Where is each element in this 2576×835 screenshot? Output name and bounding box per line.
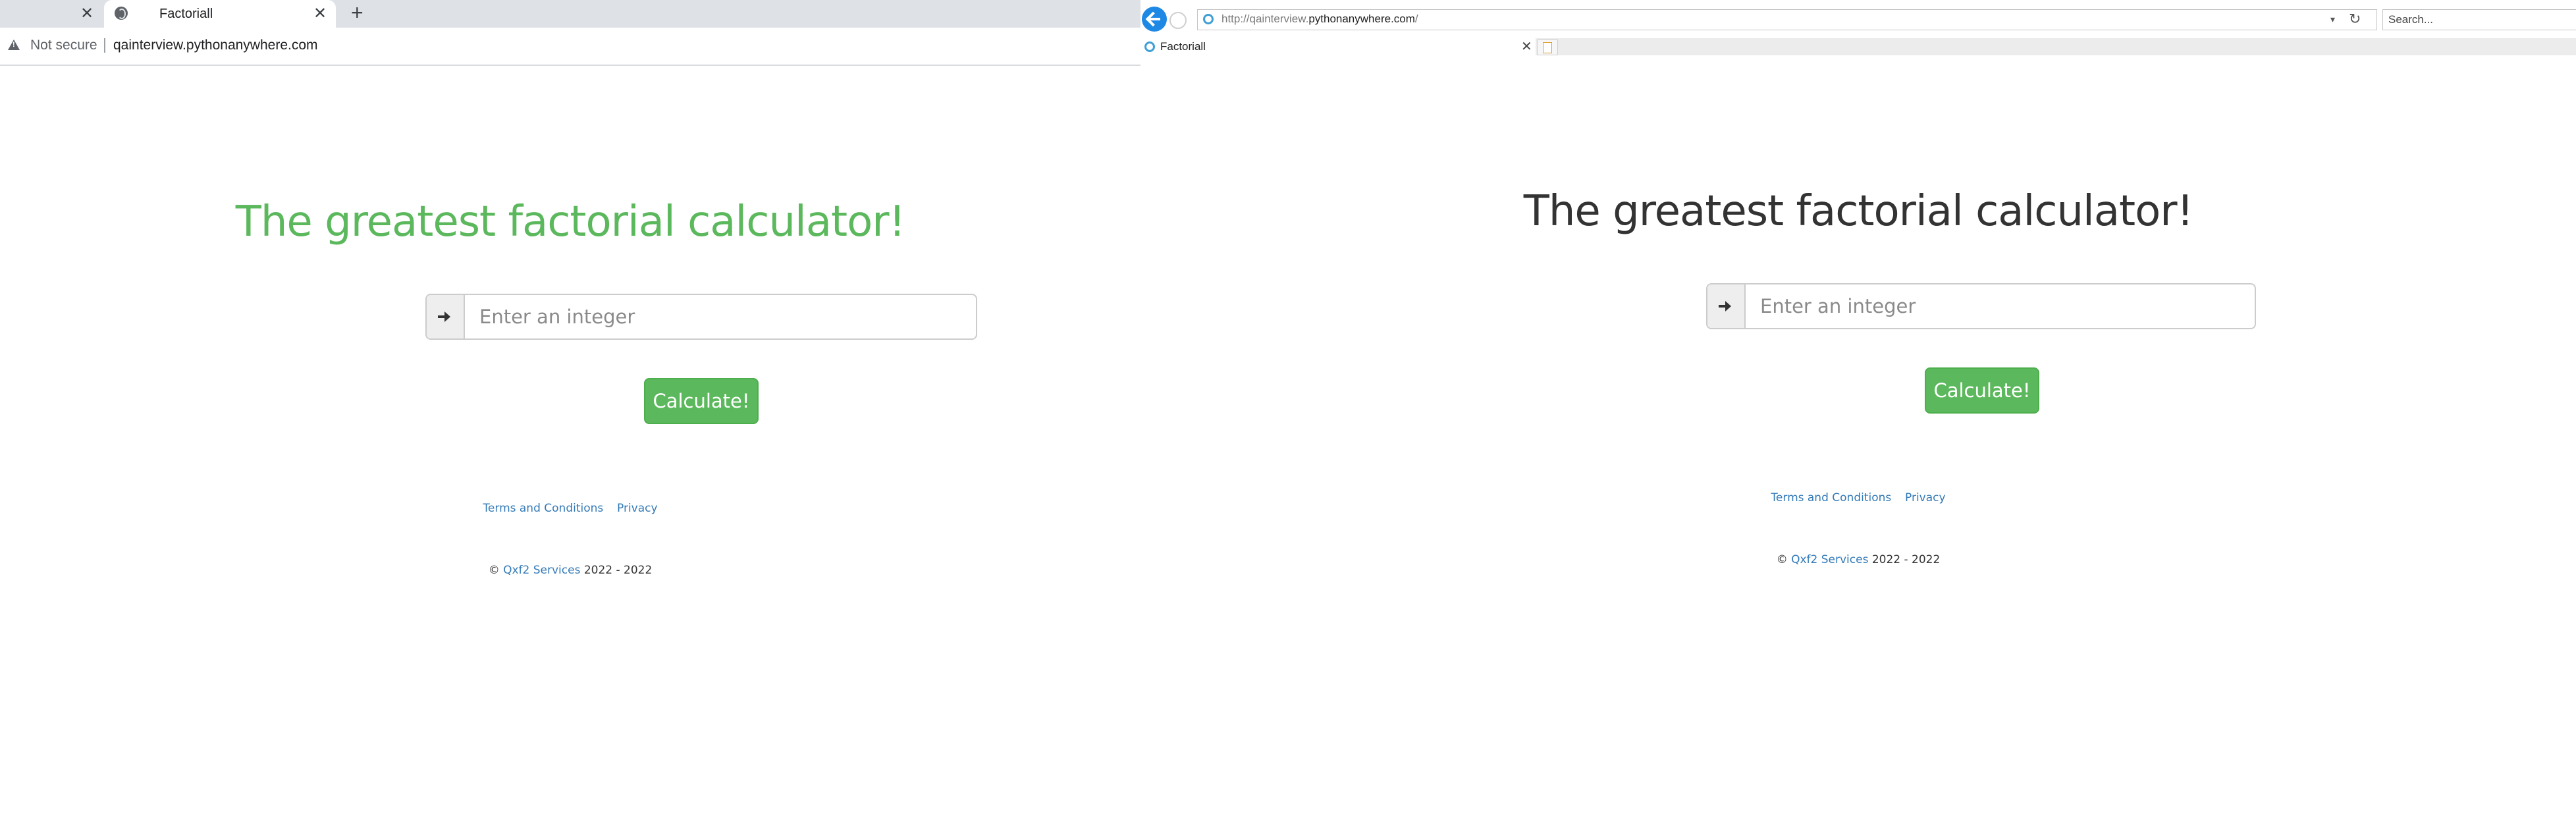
- url-prefix: http://qainterview.: [1221, 13, 1309, 25]
- input-addon: [1707, 284, 1746, 328]
- search-placeholder: Search...: [2388, 13, 2434, 26]
- tab-factoriall[interactable]: Factoriall ✕: [1140, 38, 1536, 55]
- page-content: The greatest factorial calculator! Calcu…: [1140, 187, 2576, 566]
- plus-icon[interactable]: +: [351, 1, 363, 25]
- tab-strip: ✕ Factoriall ✕ +: [0, 0, 1140, 28]
- terms-link[interactable]: Terms and Conditions: [483, 502, 603, 515]
- calculate-button[interactable]: Calculate!: [644, 378, 759, 424]
- privacy-link[interactable]: Privacy: [617, 502, 658, 515]
- url-suffix: /: [1414, 13, 1418, 25]
- url-field[interactable]: http://qainterview.pythonanywhere.com/ ▾…: [1197, 9, 2377, 30]
- page-content: The greatest factorial calculator! Calcu…: [0, 198, 1140, 577]
- url-text[interactable]: http://qainterview.pythonanywhere.com/: [1221, 13, 1418, 26]
- footer-links: Terms and Conditions Privacy: [1140, 491, 2576, 504]
- right-browser-window: http://qainterview.pythonanywhere.com/ ▾…: [1140, 0, 2576, 835]
- left-browser-window: ✕ Factoriall ✕ + Not secure qainterview.…: [0, 0, 1140, 835]
- integer-input-group: [425, 294, 977, 340]
- chevron-down-icon[interactable]: ▾: [2330, 14, 2335, 25]
- tab-strip: Factoriall ✕: [1140, 38, 2576, 55]
- close-icon[interactable]: ✕: [313, 4, 327, 23]
- warning-icon[interactable]: [8, 40, 20, 50]
- copyright-years: 2022 - 2022: [1868, 553, 1941, 566]
- page-icon: [1203, 14, 1214, 24]
- copyright-prefix: ©: [1776, 553, 1792, 566]
- company-link[interactable]: Qxf2 Services: [503, 564, 580, 577]
- tab-inactive[interactable]: ✕: [0, 0, 102, 28]
- address-bar[interactable]: Not secure qainterview.pythonanywhere.co…: [0, 28, 1140, 66]
- refresh-icon[interactable]: ↻: [2349, 11, 2361, 28]
- forward-icon[interactable]: [1169, 12, 1187, 29]
- globe-icon: [115, 7, 128, 20]
- security-label[interactable]: Not secure: [30, 38, 97, 53]
- privacy-link[interactable]: Privacy: [1905, 491, 1946, 504]
- page-title: The greatest factorial calculator!: [235, 198, 906, 246]
- footer-links: Terms and Conditions Privacy: [0, 502, 1140, 515]
- tab-title: Factoriall: [1160, 40, 1206, 53]
- address-bar: http://qainterview.pythonanywhere.com/ ▾…: [1140, 0, 2576, 39]
- company-link[interactable]: Qxf2 Services: [1791, 553, 1868, 566]
- divider: [104, 38, 105, 53]
- close-icon[interactable]: ✕: [1521, 38, 1532, 55]
- calculate-button[interactable]: Calculate!: [1925, 367, 2039, 414]
- copyright-years: 2022 - 2022: [580, 564, 653, 577]
- tab-title: Factoriall: [159, 7, 213, 21]
- tab-factoriall[interactable]: Factoriall ✕: [104, 0, 336, 28]
- arrow-right-icon: [1719, 301, 1731, 311]
- url-domain: pythonanywhere.com: [1308, 13, 1415, 25]
- search-field[interactable]: Search...: [2382, 9, 2576, 30]
- arrow-right-icon: [438, 311, 450, 322]
- new-tab-button[interactable]: [1537, 40, 1558, 55]
- page-icon: [1144, 41, 1155, 52]
- copyright: © Qxf2 Services 2022 - 2022: [1140, 553, 2576, 566]
- input-addon: [427, 295, 465, 338]
- terms-link[interactable]: Terms and Conditions: [1771, 491, 1891, 504]
- close-icon[interactable]: ✕: [80, 4, 94, 23]
- integer-input[interactable]: [465, 295, 976, 338]
- page-title: The greatest factorial calculator!: [1523, 187, 2194, 236]
- url-text[interactable]: qainterview.pythonanywhere.com: [113, 38, 318, 53]
- integer-input[interactable]: [1746, 284, 2255, 328]
- integer-input-group: [1706, 283, 2256, 329]
- copyright: © Qxf2 Services 2022 - 2022: [0, 564, 1140, 577]
- back-icon[interactable]: [1142, 7, 1167, 32]
- copyright-prefix: ©: [488, 564, 504, 577]
